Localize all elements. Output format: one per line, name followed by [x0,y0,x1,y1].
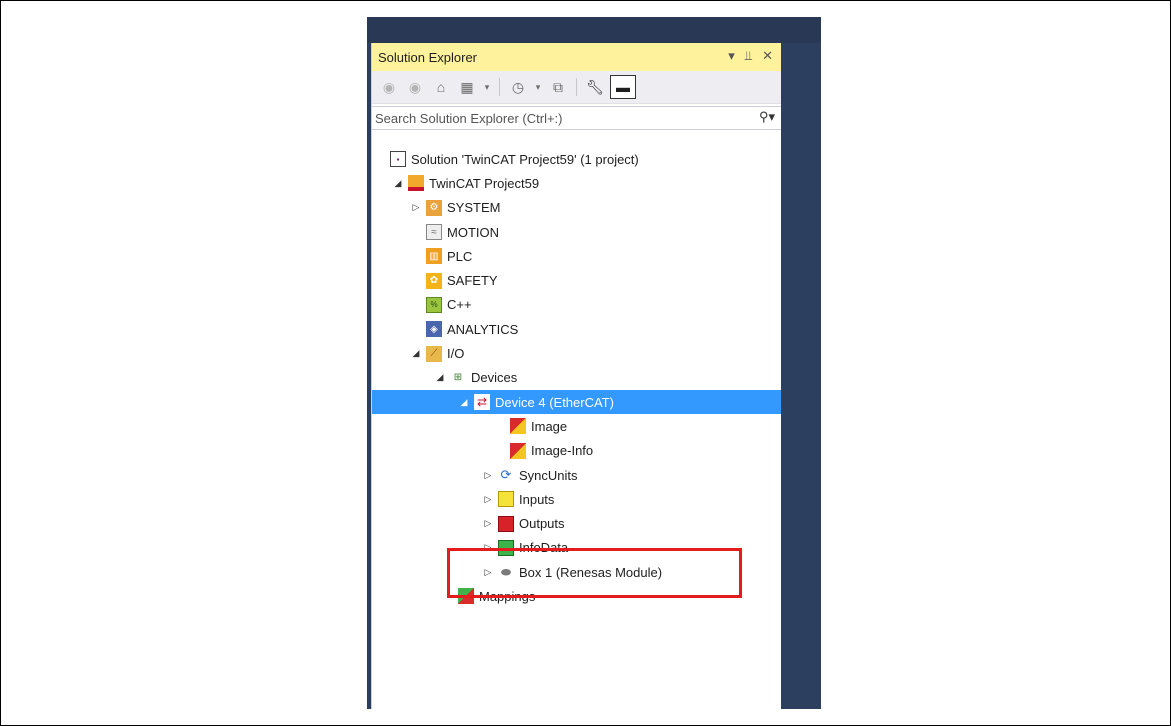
twincat-project-icon [408,175,424,192]
panel-title: Solution Explorer [378,49,477,65]
tree-item-label: C++ [447,297,472,313]
outputs-icon [498,515,514,532]
io-icon: ⟋ [426,345,442,362]
solution-explorer-panel: Solution Explorer ▾ ⫫ ✕ ◉ ◉ ⌂ ▦ ▾ ◷ ▾ ⧉ … [371,43,781,709]
red-highlight-annotation [447,548,742,598]
expander-icon[interactable]: ◢ [434,372,446,383]
toolbar-separator [499,78,500,96]
tree-item-io[interactable]: ◢ ⟋ I/O [372,341,781,365]
tree-item-label: ANALYTICS [447,321,519,337]
tree-item-safety[interactable]: ✿ SAFETY [372,268,781,292]
image-info-icon [510,442,526,459]
tree-item-label: SAFETY [447,273,498,289]
tree-item-motion[interactable]: ≈ MOTION [372,220,781,244]
toolbar-separator [576,78,577,96]
tree-item-system[interactable]: ▷ ⚙ SYSTEM [372,196,781,220]
plc-icon: ▥ [426,248,442,265]
collapse-all-icon[interactable]: ⧉ [547,76,569,98]
tree-item-label: MOTION [447,224,499,240]
analytics-icon: ◈ [426,321,442,338]
search-icon[interactable]: ⚲▾ [759,109,775,125]
tree-item-label: I/O [447,346,465,362]
solution-icon: ▪ [390,151,406,168]
preview-pin-icon[interactable]: ▬ [610,75,636,99]
panel-toolbar: ◉ ◉ ⌂ ▦ ▾ ◷ ▾ ⧉ 🔧︎ ▬ [372,71,781,104]
ide-top-strip [367,17,821,43]
safety-icon: ✿ [426,272,442,289]
properties-wrench-icon[interactable]: 🔧︎ [584,76,606,98]
expander-icon[interactable]: ◢ [392,178,404,189]
chevron-down-icon[interactable]: ▾ [533,76,543,98]
tree-item-analytics[interactable]: ◈ ANALYTICS [372,317,781,341]
search-input[interactable] [375,110,725,126]
expander-icon[interactable]: ◢ [458,397,470,408]
cpp-icon: % [426,296,442,313]
expander-icon[interactable]: ◢ [410,348,422,359]
search-box[interactable]: ⚲▾ [372,106,781,130]
tree-item-solution[interactable]: ▪ Solution 'TwinCAT Project59' (1 projec… [372,147,781,171]
tree-item-project[interactable]: ◢ TwinCAT Project59 [372,171,781,195]
close-icon[interactable]: ✕ [762,48,773,64]
panel-titlebar[interactable]: Solution Explorer ▾ ⫫ ✕ [372,43,781,71]
tree-item-label: Image-Info [531,443,594,459]
solution-tree: ▪ Solution 'TwinCAT Project59' (1 projec… [372,147,781,609]
syncunits-icon: ⟳ [500,467,512,482]
dropdown-icon[interactable]: ▾ [728,48,735,64]
chevron-down-icon[interactable]: ▾ [482,76,492,98]
tree-item-plc[interactable]: ▥ PLC [372,244,781,268]
tree-item-label: SYSTEM [447,200,501,216]
image-icon [510,418,526,435]
tree-item-devices[interactable]: ◢ ⊞ Devices [372,366,781,390]
tree-item-label: TwinCAT Project59 [429,175,540,191]
tree-item-label: Devices [471,370,518,386]
forward-icon[interactable]: ◉ [404,76,426,98]
tree-item-label: SyncUnits [519,467,578,483]
back-icon[interactable]: ◉ [378,76,400,98]
devices-icon: ⊞ [453,372,463,384]
tree-item-inputs[interactable]: ▷ Inputs [372,487,781,511]
expander-icon[interactable]: ▷ [482,494,494,505]
tree-item-label: Device 4 (EtherCAT) [495,394,614,410]
tree-item-label: Image [531,418,568,434]
ethercat-device-icon: ⇄ [474,394,490,411]
motion-icon: ≈ [426,224,442,241]
home-icon[interactable]: ⌂ [430,76,452,98]
tree-item-label: Inputs [519,491,555,507]
tree-item-syncunits[interactable]: ▷ ⟳ SyncUnits [372,463,781,487]
inputs-icon [498,491,514,508]
history-icon[interactable]: ◷ [507,76,529,98]
tree-item-outputs[interactable]: ▷ Outputs [372,511,781,535]
switch-views-icon[interactable]: ▦ [456,76,478,98]
tree-item-device4[interactable]: ◢ ⇄ Device 4 (EtherCAT) [372,389,781,415]
tree-item-label: Outputs [519,516,565,532]
tree-item-label: PLC [447,248,473,264]
tree-item-label: Solution 'TwinCAT Project59' (1 project) [411,151,639,167]
expander-icon[interactable]: ▷ [482,470,494,481]
pin-icon[interactable]: ⫫ [745,48,752,64]
tree-item-image-info[interactable]: Image-Info [372,439,781,463]
system-icon: ⚙ [426,199,442,216]
tree-item-cpp[interactable]: % C++ [372,293,781,317]
tree-item-image[interactable]: Image [372,414,781,438]
expander-icon[interactable]: ▷ [482,518,494,529]
expander-icon[interactable]: ▷ [410,202,422,213]
